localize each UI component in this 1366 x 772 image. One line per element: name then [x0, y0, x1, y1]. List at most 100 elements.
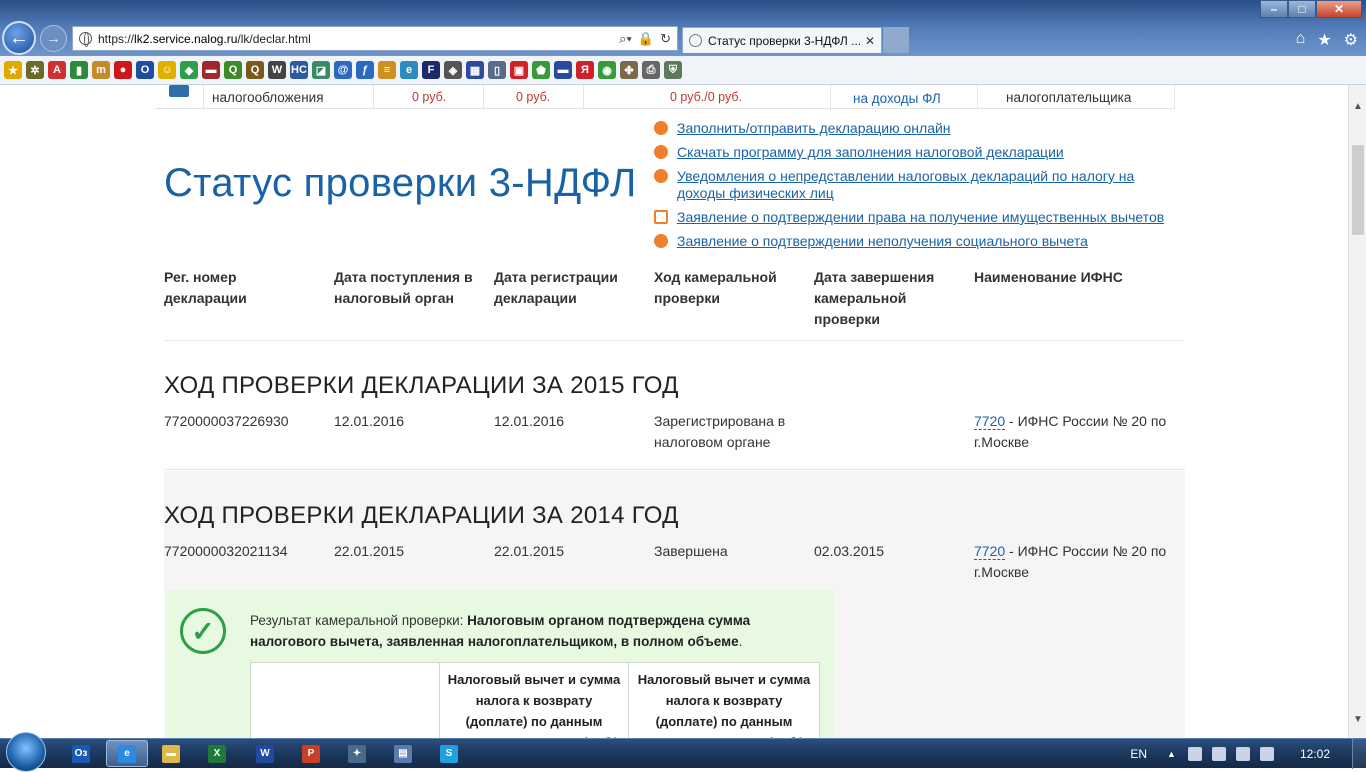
- letter-a-icon[interactable]: A: [48, 61, 66, 79]
- new-tab-button[interactable]: [883, 27, 909, 53]
- device-icon[interactable]: [1211, 747, 1226, 761]
- outlook-taskbar-button[interactable]: Oз: [60, 740, 102, 767]
- star-add-icon[interactable]: ★: [4, 61, 22, 79]
- favorites-star-icon[interactable]: ★: [1317, 30, 1331, 50]
- volume-icon[interactable]: [1259, 747, 1274, 761]
- quick-link[interactable]: Скачать программу для заполнения налогов…: [677, 144, 1064, 161]
- globe-icon: [79, 32, 92, 47]
- declaration-2014: ХОД ПРОВЕРКИ ДЕКЛАРАЦИИ ЗА 2014 ГОД 7720…: [164, 502, 1185, 583]
- tray-expand-icon[interactable]: ▲: [1167, 749, 1176, 759]
- ifns-code-link[interactable]: 7720: [974, 543, 1006, 560]
- red-square-icon[interactable]: ▣: [510, 61, 528, 79]
- refresh-icon[interactable]: ↻: [660, 31, 671, 47]
- wikipedia-icon[interactable]: W: [268, 61, 286, 79]
- shield-icon[interactable]: ⛨: [664, 61, 682, 79]
- home-icon[interactable]: ⌂: [1296, 30, 1306, 50]
- url-prefix: https://: [98, 31, 135, 46]
- ifns-code-link[interactable]: 7720: [974, 413, 1006, 430]
- sber-icon[interactable]: ◆: [180, 61, 198, 79]
- excel-taskbar-button[interactable]: X: [196, 740, 238, 767]
- forward-button[interactable]: →: [40, 25, 67, 52]
- phone-icon[interactable]: ▯: [488, 61, 506, 79]
- action-center-icon[interactable]: [1187, 747, 1202, 761]
- back-button[interactable]: ←: [2, 21, 36, 55]
- f-icon[interactable]: F: [422, 61, 440, 79]
- windows-taskbar: Oз e ▬ X W P ✦ ▤ S EN ▲ 12:02: [0, 732, 1366, 772]
- at-icon[interactable]: @: [334, 61, 352, 79]
- declaration-table-header: Рег. номер декларации Дата поступления в…: [164, 267, 1184, 341]
- minimize-button[interactable]: –: [1260, 0, 1288, 18]
- print-icon[interactable]: ⎙: [642, 61, 660, 79]
- smile-icon[interactable]: ☺: [158, 61, 176, 79]
- diamond-icon[interactable]: ◈: [444, 61, 462, 79]
- col-header-registered: Дата регистрации декларации: [494, 269, 618, 306]
- vertical-scrollbar[interactable]: ▲ ▼: [1348, 85, 1366, 738]
- quick-link-item: Заявление о подтверждении права на получ…: [654, 209, 1174, 226]
- result-period: .: [738, 634, 743, 649]
- quick-link[interactable]: Заполнить/отправить декларацию онлайн: [677, 120, 951, 137]
- arrow-left-icon: ←: [9, 26, 29, 49]
- q-green-icon[interactable]: Q: [224, 61, 242, 79]
- tab-favicon-icon: [689, 34, 702, 47]
- house-icon: [654, 210, 668, 224]
- green-circle-icon[interactable]: ◉: [598, 61, 616, 79]
- powerpoint-taskbar-button[interactable]: P: [290, 740, 332, 767]
- scroll-up-icon[interactable]: ▲: [1349, 97, 1366, 115]
- quick-link-item: Заполнить/отправить декларацию онлайн: [654, 120, 1174, 137]
- declaration-title: ХОД ПРОВЕРКИ ДЕКЛАРАЦИИ ЗА 2014 ГОД: [164, 502, 679, 529]
- start-button[interactable]: [6, 732, 46, 772]
- script-f-icon[interactable]: ƒ: [356, 61, 374, 79]
- notes-taskbar-button[interactable]: ▤: [382, 740, 424, 767]
- network-icon[interactable]: [1235, 747, 1250, 761]
- language-indicator[interactable]: EN: [1130, 747, 1147, 761]
- close-tab-icon[interactable]: ✕: [865, 34, 875, 48]
- word-taskbar-button[interactable]: W: [244, 740, 286, 767]
- explorer-taskbar-button[interactable]: ▬: [150, 740, 192, 767]
- search-dropdown-icon[interactable]: ⌕▾: [619, 31, 632, 47]
- yandex-icon[interactable]: Я: [576, 61, 594, 79]
- ie-taskbar-button[interactable]: e: [106, 740, 148, 767]
- quick-link[interactable]: Уведомления о непредставлении налоговых …: [677, 168, 1174, 202]
- quick-link[interactable]: Заявление о подтверждении неполучения со…: [677, 233, 1088, 250]
- opera-icon[interactable]: ●: [114, 61, 132, 79]
- m-icon[interactable]: m: [92, 61, 110, 79]
- scroll-down-icon[interactable]: ▼: [1349, 710, 1366, 728]
- green-doc-icon[interactable]: ▮: [70, 61, 88, 79]
- result-table-header-authority: Налоговый вычет и сумма налога к возврат…: [637, 672, 811, 738]
- settings-gear-icon[interactable]: ⚙: [1344, 30, 1358, 50]
- quick-link[interactable]: Заявление о подтверждении права на получ…: [677, 209, 1164, 226]
- shield-green-icon[interactable]: ⬟: [532, 61, 550, 79]
- grid-icon[interactable]: ▦: [466, 61, 484, 79]
- gear-bug-icon[interactable]: ✲: [26, 61, 44, 79]
- q-brown-icon[interactable]: Q: [246, 61, 264, 79]
- app-taskbar-button[interactable]: ✦: [336, 740, 378, 767]
- flag-icon[interactable]: ▬: [202, 61, 220, 79]
- registered-date: 22.01.2015: [494, 543, 565, 559]
- calculator-icon: [169, 85, 189, 97]
- url-text[interactable]: https://lk2.service.nalog.ru/lk/declar.h…: [98, 32, 619, 46]
- hc-icon[interactable]: HC: [290, 61, 308, 79]
- link-bullet-icon: [654, 145, 668, 159]
- url-path: /lk/declar.html: [237, 31, 311, 46]
- summary-cell-tab[interactable]: на доходы ФЛ: [830, 85, 977, 111]
- circle-o-icon[interactable]: O: [136, 61, 154, 79]
- chart-icon[interactable]: ◪: [312, 61, 330, 79]
- tab-active[interactable]: Статус проверки 3-НДФЛ ... ✕: [682, 27, 882, 53]
- show-desktop-button[interactable]: [1352, 739, 1366, 769]
- skype-taskbar-button[interactable]: S: [428, 740, 470, 767]
- clock[interactable]: 12:02: [1300, 747, 1330, 761]
- address-bar[interactable]: https://lk2.service.nalog.ru/lk/declar.h…: [72, 26, 678, 51]
- declaration-2015: ХОД ПРОВЕРКИ ДЕКЛАРАЦИИ ЗА 2015 ГОД 7720…: [164, 372, 1185, 470]
- puzzle-icon[interactable]: ✤: [620, 61, 638, 79]
- summary-strip: налогообложения 0 руб. 0 руб. 0 руб./0 р…: [155, 85, 1175, 111]
- russia-flag-icon[interactable]: ▬: [554, 61, 572, 79]
- scroll-thumb[interactable]: [1352, 145, 1364, 235]
- lock-icon[interactable]: 🔒: [638, 31, 654, 47]
- col-header-received: Дата поступления в налоговый орган: [334, 269, 473, 306]
- ie-page-icon[interactable]: e: [400, 61, 418, 79]
- close-window-button[interactable]: ✕: [1316, 0, 1362, 18]
- maximize-button[interactable]: □: [1288, 0, 1316, 18]
- browser-titlebar: ← → https://lk2.service.nalog.ru/lk/decl…: [0, 0, 1366, 56]
- excel-icon: X: [208, 744, 226, 763]
- bars-icon[interactable]: ≡: [378, 61, 396, 79]
